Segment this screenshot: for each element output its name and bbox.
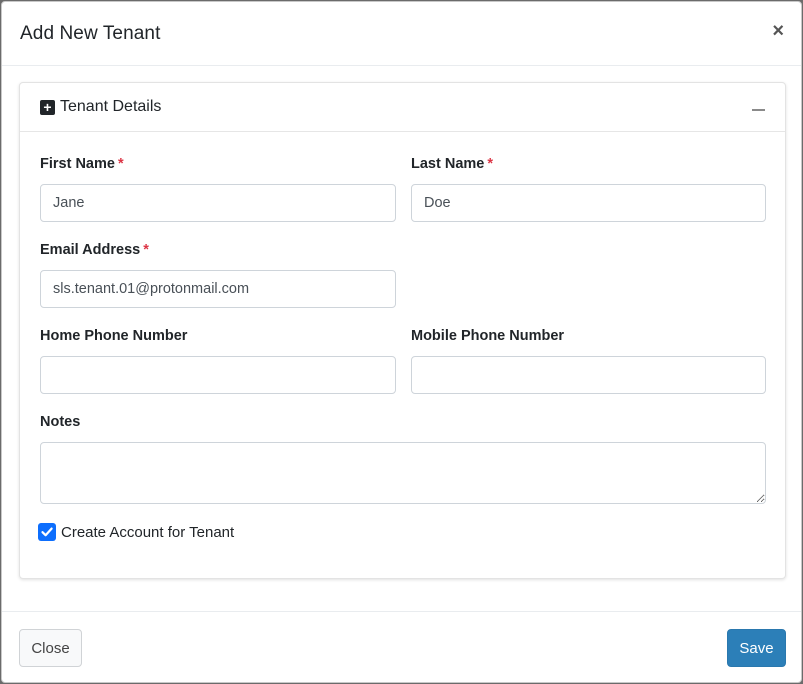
email-input[interactable] [40, 270, 396, 308]
card-title-text: Tenant Details [60, 98, 162, 115]
last-name-label: Last Name * [411, 156, 493, 172]
required-marker: * [117, 156, 124, 172]
create-account-label: Create Account for Tenant [61, 523, 235, 541]
plus-square-icon: + [40, 99, 55, 115]
mobile-phone-label: Mobile Phone Number [411, 328, 565, 344]
collapse-minus-icon[interactable] [752, 109, 765, 111]
notes-textarea[interactable] [40, 442, 766, 504]
card-header: + Tenant Details [20, 83, 785, 132]
modal-footer: Close Save [2, 611, 801, 683]
notes-label: Notes [40, 414, 81, 430]
last-name-label-text: Last Name [411, 156, 485, 172]
close-icon[interactable]: × [772, 21, 784, 41]
required-marker: * [143, 242, 149, 258]
create-account-row: Create Account for Tenant [38, 523, 234, 541]
last-name-input[interactable] [411, 184, 766, 222]
modal-title: Add New Tenant [20, 22, 161, 44]
save-button[interactable]: Save [727, 629, 786, 667]
required-marker: * [487, 156, 493, 172]
email-label-text: Email Address [40, 242, 141, 258]
first-name-input[interactable] [40, 184, 396, 222]
first-name-label: First Name * [40, 156, 124, 172]
checkmark-icon [41, 527, 53, 537]
tenant-details-card: + Tenant Details First Name* Last Name* … [19, 82, 786, 579]
add-tenant-modal: Add New Tenant × + Tenant Details First … [1, 1, 802, 683]
mobile-phone-input[interactable] [411, 356, 766, 394]
create-account-checkbox[interactable] [38, 523, 56, 541]
home-phone-input[interactable] [40, 356, 396, 394]
first-name-label-text: First Name [40, 156, 115, 172]
email-label: Email Address * [40, 242, 149, 258]
card-title: + Tenant Details [40, 98, 161, 116]
home-phone-label: Home Phone Number [40, 328, 188, 344]
close-button[interactable]: Close [19, 629, 82, 667]
modal-header: Add New Tenant × [2, 2, 801, 66]
